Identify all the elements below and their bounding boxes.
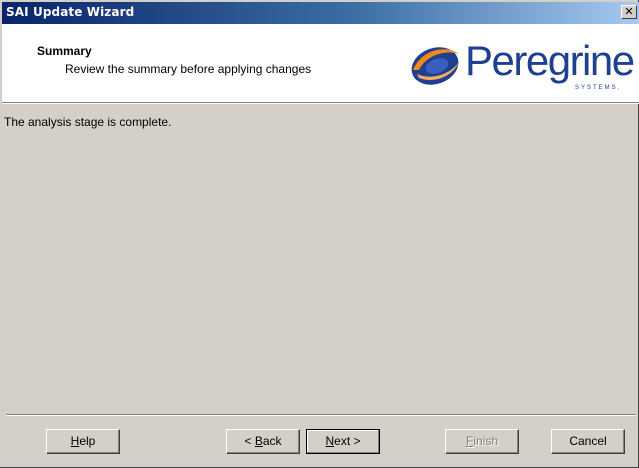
wizard-window: SAI Update Wizard ✕ Summary Review the s… bbox=[0, 0, 639, 468]
help-label: elp bbox=[79, 434, 96, 448]
back-label: ack bbox=[262, 434, 282, 448]
title-bar[interactable]: SAI Update Wizard ✕ bbox=[2, 2, 639, 24]
finish-label: inish bbox=[473, 434, 499, 448]
wizard-header: Summary Review the summary before applyi… bbox=[2, 24, 639, 103]
cancel-label: Cancel bbox=[569, 434, 607, 448]
peregrine-swirl-icon bbox=[411, 47, 459, 85]
logo-subtext: SYSTEMS. bbox=[575, 85, 622, 91]
next-button[interactable]: Next > bbox=[306, 429, 380, 454]
peregrine-logo: Peregrine SYSTEMS. bbox=[407, 36, 639, 94]
cancel-button[interactable]: Cancel bbox=[551, 429, 625, 454]
back-button[interactable]: < Back bbox=[226, 429, 300, 454]
window-title: SAI Update Wizard bbox=[6, 5, 135, 19]
help-button[interactable]: Help bbox=[46, 429, 120, 454]
footer-separator bbox=[6, 414, 636, 416]
page-subtitle: Review the summary before applying chang… bbox=[65, 62, 312, 76]
next-mnemonic: N bbox=[325, 434, 335, 448]
page-title: Summary bbox=[37, 44, 92, 58]
finish-button[interactable]: Finish bbox=[445, 429, 519, 454]
next-label: ext > bbox=[334, 434, 361, 448]
close-icon: ✕ bbox=[624, 5, 634, 18]
back-arrow: < bbox=[244, 434, 255, 448]
close-button[interactable]: ✕ bbox=[621, 5, 637, 19]
back-mnemonic: B bbox=[254, 434, 263, 448]
logo-wordmark: Peregrine bbox=[465, 37, 635, 84]
status-message: The analysis stage is complete. bbox=[4, 115, 172, 129]
